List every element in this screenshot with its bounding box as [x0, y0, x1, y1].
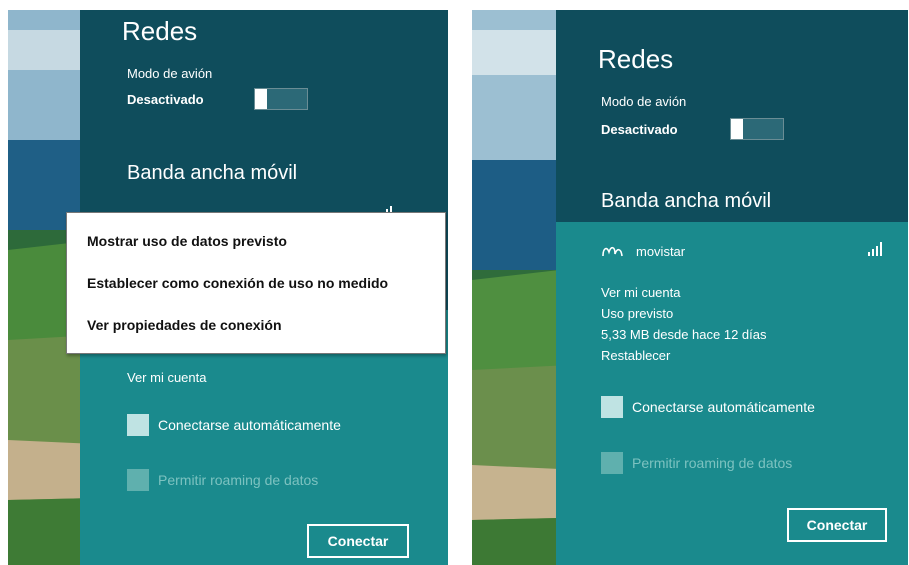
roaming-option: Permitir roaming de datos — [601, 452, 792, 474]
auto-connect-label: Conectarse automáticamente — [632, 399, 815, 415]
movistar-logo-icon — [602, 246, 623, 257]
roaming-option: Permitir roaming de datos — [127, 469, 318, 491]
panel-title: Redes — [598, 44, 674, 74]
connection-context-menu: Mostrar uso de datos previsto Establecer… — [66, 212, 446, 354]
menu-item-connection-properties[interactable]: Ver propiedades de conexión — [87, 317, 282, 333]
roaming-label: Permitir roaming de datos — [158, 472, 319, 488]
auto-connect-option[interactable]: Conectarse automáticamente — [601, 396, 815, 418]
auto-connect-label: Conectarse automáticamente — [158, 417, 341, 433]
reset-usage-link[interactable]: Restablecer — [601, 348, 670, 363]
connect-button[interactable]: Conectar — [787, 508, 887, 542]
usage-label: Uso previsto — [601, 306, 674, 321]
toggle-knob — [731, 119, 743, 139]
auto-connect-checkbox[interactable] — [601, 396, 623, 418]
network-charm-panel: Redes Modo de avión Desactivado Banda an… — [556, 10, 908, 565]
airplane-mode-toggle[interactable] — [730, 118, 784, 140]
view-account-link[interactable]: Ver mi cuenta — [127, 370, 207, 385]
airplane-mode-label: Modo de avión — [601, 94, 687, 109]
auto-connect-option[interactable]: Conectarse automáticamente — [127, 414, 341, 436]
airplane-mode-label: Modo de avión — [127, 66, 213, 81]
usage-value: 5,33 MB desde hace 12 días — [601, 327, 767, 342]
roaming-checkbox — [601, 452, 623, 474]
carrier-name: movistar — [636, 244, 686, 259]
roaming-checkbox — [127, 469, 149, 491]
airplane-mode-state: Desactivado — [601, 122, 678, 137]
signal-strength-icon — [868, 242, 882, 256]
menu-item-set-unmetered[interactable]: Establecer como conexión de uso no medid… — [87, 275, 388, 291]
airplane-mode-state: Desactivado — [127, 92, 204, 107]
mobile-broadband-heading: Banda ancha móvil — [601, 190, 772, 212]
view-account-link[interactable]: Ver mi cuenta — [601, 285, 681, 300]
menu-item-show-estimated-usage[interactable]: Mostrar uso de datos previsto — [87, 233, 287, 249]
toggle-knob — [255, 89, 267, 109]
airplane-mode-toggle[interactable] — [254, 88, 308, 110]
roaming-label: Permitir roaming de datos — [632, 455, 793, 471]
left-screenshot: Redes Modo de avión Desactivado Banda an… — [8, 10, 448, 565]
right-screenshot: Redes Modo de avión Desactivado Banda an… — [472, 10, 908, 565]
panel-title: Redes — [122, 16, 198, 46]
connect-button[interactable]: Conectar — [307, 524, 409, 558]
mobile-broadband-heading: Banda ancha móvil — [127, 162, 298, 184]
auto-connect-checkbox[interactable] — [127, 414, 149, 436]
